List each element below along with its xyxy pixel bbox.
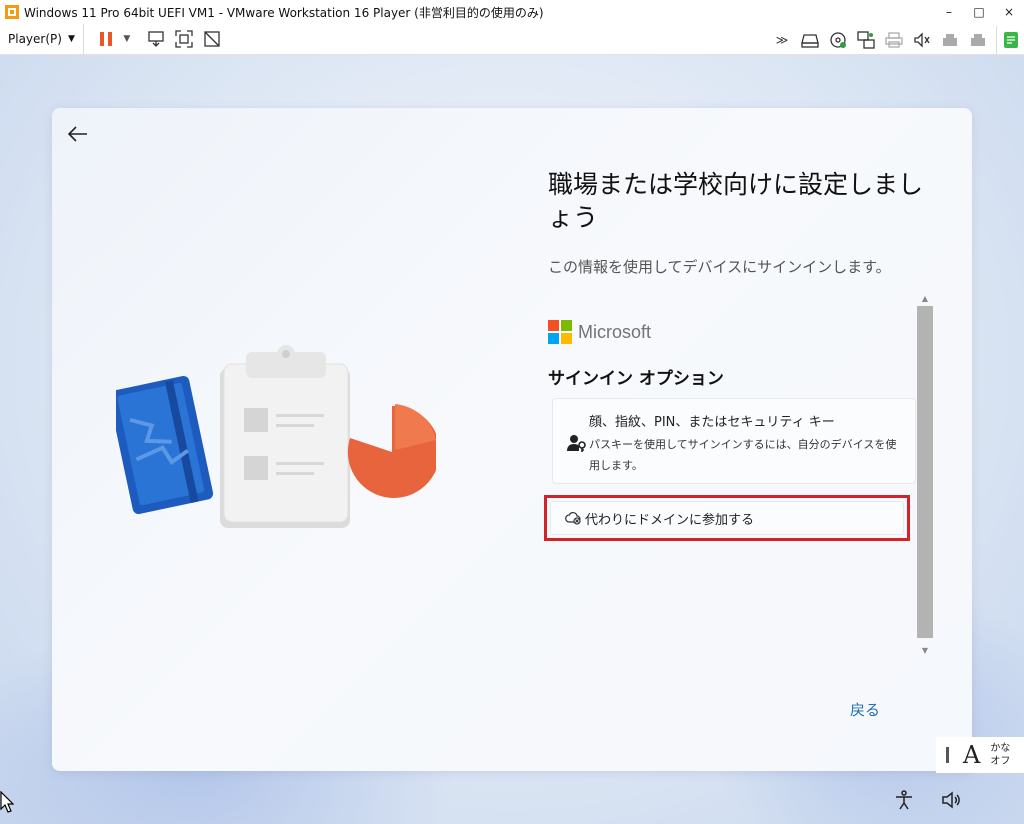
unity-icon bbox=[204, 31, 220, 47]
usb-device-2-button[interactable] bbox=[964, 26, 992, 54]
person-key-icon bbox=[567, 435, 586, 452]
close-button[interactable]: × bbox=[994, 0, 1024, 24]
double-chevron-right-icon: ≫ bbox=[775, 32, 789, 47]
pause-icon bbox=[99, 32, 112, 46]
chevron-down-icon: ▼ bbox=[67, 34, 75, 44]
page-title: 職場または学校向けに設定しましょう bbox=[548, 170, 924, 232]
ime-kana-line1: かな bbox=[990, 743, 1011, 754]
security-key-option-description: パスキーを使用してサインインするには、自分のデバイスを使用します。 bbox=[589, 438, 897, 472]
clipboard-icon bbox=[220, 345, 350, 528]
scrollbar-thumb[interactable] bbox=[917, 306, 933, 638]
microsoft-brand-text: Microsoft bbox=[578, 321, 652, 342]
pause-dropdown-button[interactable]: ▼ bbox=[120, 25, 134, 53]
accessibility-icon[interactable] bbox=[893, 789, 915, 811]
usb-icon bbox=[971, 33, 985, 46]
ime-indicator[interactable]: A かな オフ bbox=[936, 737, 1024, 773]
ime-cursor-bar bbox=[946, 747, 949, 763]
cd-dvd-button[interactable] bbox=[824, 26, 852, 54]
microsoft-logo-icon bbox=[548, 320, 572, 344]
signin-options-heading: サインイン オプション bbox=[548, 369, 724, 389]
usb-device-1-button[interactable] bbox=[936, 26, 964, 54]
scroll-down-icon[interactable]: ▼ bbox=[920, 646, 930, 656]
mouse-cursor-icon bbox=[0, 791, 14, 813]
oobe-card: 職場または学校向けに設定しましょう この情報を使用してデバイスにサインインします… bbox=[52, 108, 972, 771]
pie-chart-icon bbox=[347, 404, 436, 498]
usb-icon bbox=[943, 33, 957, 46]
vmware-toolbar: Player(P) ▼ ▼ ≫ bbox=[0, 23, 1024, 55]
printer-button[interactable] bbox=[880, 26, 908, 54]
scroll-up-icon[interactable]: ▲ bbox=[920, 294, 930, 304]
vmware-app-icon bbox=[5, 5, 19, 19]
volume-icon[interactable] bbox=[940, 789, 962, 811]
minimize-button[interactable]: – bbox=[934, 0, 964, 24]
ime-kana-line2: オフ bbox=[990, 756, 1011, 767]
message-log-icon bbox=[1003, 31, 1018, 48]
cloud-off-icon bbox=[565, 512, 581, 525]
network-icon bbox=[857, 30, 875, 49]
ime-mode-letter: A bbox=[963, 741, 981, 769]
microsoft-logo: Microsoft bbox=[548, 320, 651, 344]
vertical-scrollbar[interactable]: ▲ ▼ bbox=[916, 290, 934, 660]
send-ctrl-alt-del-button[interactable] bbox=[142, 25, 170, 53]
signin-scroll-area[interactable]: Microsoft サインイン オプション 顔、指紋、PIN、またはセキュリティ… bbox=[540, 290, 934, 660]
domain-join-label: 代わりにドメインに参加する bbox=[585, 512, 755, 528]
security-key-option-title: 顔、指紋、PIN、またはセキュリティ キー bbox=[589, 415, 835, 430]
ime-kana-status: かな オフ bbox=[990, 742, 1010, 768]
window-title: Windows 11 Pro 64bit UEFI VM1 - VMware W… bbox=[24, 5, 544, 20]
title-bar: Windows 11 Pro 64bit UEFI VM1 - VMware W… bbox=[0, 0, 1024, 24]
domain-join-button[interactable]: 代わりにドメインに参加する bbox=[550, 501, 904, 535]
vm-display[interactable]: 職場または学校向けに設定しましょう この情報を使用してデバイスにサインインします… bbox=[0, 55, 1024, 824]
unity-button[interactable] bbox=[198, 25, 226, 53]
hard-disk-button[interactable] bbox=[796, 26, 824, 54]
more-devices-button[interactable]: ≫ bbox=[768, 26, 796, 54]
pause-button[interactable] bbox=[92, 25, 120, 53]
printer-icon bbox=[885, 31, 903, 48]
back-link[interactable]: 戻る bbox=[850, 699, 880, 720]
page-subtitle: この情報を使用してデバイスにサインインします。 bbox=[548, 258, 891, 276]
chevron-down-icon: ▼ bbox=[123, 34, 131, 44]
notebook-icon bbox=[116, 375, 214, 515]
device-icons: ≫ bbox=[768, 24, 1024, 55]
player-menu-label: Player(P) bbox=[8, 32, 62, 46]
network-adapter-button[interactable] bbox=[852, 26, 880, 54]
back-arrow-icon[interactable] bbox=[66, 122, 90, 146]
security-key-option[interactable]: 顔、指紋、PIN、またはセキュリティ キー パスキーを使用してサインインするには… bbox=[552, 398, 916, 484]
full-screen-icon bbox=[175, 30, 193, 48]
hard-disk-icon bbox=[801, 33, 819, 48]
sound-card-button[interactable] bbox=[908, 26, 936, 54]
cd-icon bbox=[830, 31, 846, 48]
send-keys-icon bbox=[148, 31, 164, 47]
full-screen-button[interactable] bbox=[170, 25, 198, 53]
maximize-button[interactable]: □ bbox=[964, 0, 994, 24]
speaker-icon bbox=[914, 31, 930, 48]
player-menu[interactable]: Player(P) ▼ bbox=[0, 23, 84, 55]
message-log-button[interactable] bbox=[996, 25, 1024, 54]
work-illustration bbox=[116, 345, 436, 528]
